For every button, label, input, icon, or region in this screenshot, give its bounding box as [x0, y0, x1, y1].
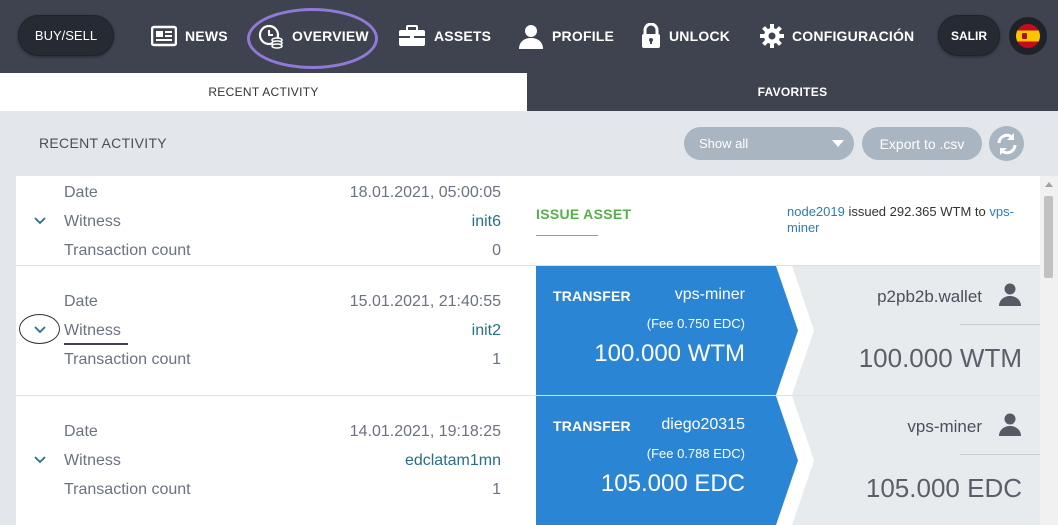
nav-configuracion[interactable]: CONFIGURACIÓN: [760, 20, 914, 52]
nav-overview[interactable]: OVERVIEW: [258, 20, 369, 52]
nav-assets-label: ASSETS: [434, 28, 492, 44]
receiver-card: vps-miner 105.000 EDC: [792, 396, 1040, 525]
received-amount: 100.000 WTM: [858, 343, 1022, 373]
date-label: Date: [64, 184, 98, 201]
nav-profile-label: PROFILE: [552, 28, 615, 44]
buy-sell-button[interactable]: BUY/SELL: [18, 15, 114, 56]
clock-coins-icon: [258, 24, 283, 49]
refresh-button[interactable]: [989, 126, 1024, 161]
transaction-count-value: 1: [492, 351, 501, 368]
operation-type: TRANSFER: [553, 288, 631, 304]
transfer-card: TRANSFER vps-miner (Fee 0.750 EDC) 100.0…: [536, 266, 798, 395]
page-title: RECENT ACTIVITY: [39, 135, 167, 151]
witness-value[interactable]: edclatam1mn: [405, 452, 501, 470]
gear-icon: [760, 24, 784, 48]
transaction-count-value: 1: [492, 481, 501, 498]
activity-row-transfer: Date 15.01.2021, 21:40:55 Witness init2 …: [16, 266, 1040, 395]
lock-icon: [642, 23, 660, 48]
nav-overview-label: OVERVIEW: [292, 28, 369, 44]
nav-unlock[interactable]: UNLOCK: [641, 20, 730, 52]
chevron-down-icon[interactable]: [33, 214, 47, 228]
scroll-up-arrow-icon[interactable]: [1045, 182, 1053, 187]
receiver-account[interactable]: vps-miner: [907, 417, 982, 437]
transaction-count-value: 0: [492, 242, 501, 259]
date-value: 14.01.2021, 19:18:25: [349, 423, 501, 440]
witness-label: Witness: [64, 322, 121, 339]
language-button[interactable]: [1009, 17, 1047, 55]
fee-text: (Fee 0.750 EDC): [646, 316, 745, 331]
nav-assets[interactable]: ASSETS: [398, 20, 491, 52]
filter-select[interactable]: Show all: [684, 127, 854, 160]
divider: [960, 324, 1040, 325]
activity-row-issue: Date 18.01.2021, 05:00:05 Witness init6 …: [16, 176, 1040, 265]
user-icon: [519, 25, 543, 49]
briefcase-icon: [399, 25, 425, 46]
date-value: 15.01.2021, 21:40:55: [349, 293, 501, 310]
user-icon: [999, 413, 1021, 436]
top-nav: BUY/SELL NEWS OVERVIEW ASSETS PROFILE UN…: [0, 0, 1058, 73]
spain-flag-icon: [1016, 24, 1040, 48]
receiver-card: p2pb2b.wallet 100.000 WTM: [792, 266, 1040, 395]
operation-description: node2019 issued 292.365 WTM to vps-miner: [787, 204, 1043, 236]
transaction-count-label: Transaction count: [64, 351, 191, 368]
main-content: RECENT ACTIVITY Show all Export to .csv …: [0, 111, 1058, 525]
operation-type: TRANSFER: [553, 418, 631, 434]
refresh-icon: [997, 132, 1016, 155]
chevron-down-icon[interactable]: [33, 453, 47, 467]
tab-recent-activity[interactable]: RECENT ACTIVITY: [0, 73, 527, 111]
witness-label: Witness: [64, 213, 121, 230]
nav-news-label: NEWS: [185, 28, 228, 44]
transfer-amount: 105.000 EDC: [600, 470, 745, 497]
transfer-card: TRANSFER diego20315 (Fee 0.788 EDC) 105.…: [536, 396, 798, 525]
divider: [536, 235, 598, 236]
left-gutter: [0, 111, 16, 525]
nav-unlock-label: UNLOCK: [669, 28, 731, 44]
nav-profile[interactable]: PROFILE: [518, 20, 614, 52]
export-csv-button[interactable]: Export to .csv: [862, 127, 982, 160]
vertical-scrollbar[interactable]: [1040, 176, 1058, 525]
tab-bar: RECENT ACTIVITY FAVORITES: [0, 73, 1058, 111]
witness-underline: [64, 343, 128, 345]
date-label: Date: [64, 423, 98, 440]
receiver-account[interactable]: p2pb2b.wallet: [877, 287, 982, 307]
witness-value[interactable]: init2: [472, 322, 501, 340]
exit-button[interactable]: SALIR: [938, 15, 1000, 56]
date-value: 18.01.2021, 05:00:05: [349, 184, 501, 201]
tab-favorites[interactable]: FAVORITES: [527, 73, 1058, 111]
chevron-down-icon[interactable]: [33, 323, 47, 337]
user-icon: [999, 283, 1021, 306]
caret-down-icon: [832, 140, 844, 147]
nav-configuracion-label: CONFIGURACIÓN: [792, 28, 915, 44]
activity-row-transfer: Date 14.01.2021, 19:18:25 Witness edclat…: [16, 396, 1040, 525]
date-label: Date: [64, 293, 98, 310]
transfer-amount: 100.000 WTM: [594, 340, 745, 367]
scrollbar-thumb[interactable]: [1044, 196, 1053, 278]
nav-news[interactable]: NEWS: [151, 20, 228, 52]
sender-account[interactable]: diego20315: [661, 416, 745, 434]
filter-select-value: Show all: [699, 136, 749, 151]
activity-toolbar: RECENT ACTIVITY Show all Export to .csv: [16, 111, 1058, 176]
witness-value[interactable]: init6: [472, 213, 501, 231]
fee-text: (Fee 0.788 EDC): [646, 446, 745, 461]
transaction-count-label: Transaction count: [64, 242, 191, 259]
newspaper-icon: [151, 25, 177, 47]
account-link[interactable]: node2019: [787, 204, 845, 219]
received-amount: 105.000 EDC: [865, 473, 1022, 503]
operation-type: ISSUE ASSET: [536, 206, 632, 222]
transaction-count-label: Transaction count: [64, 481, 191, 498]
witness-label: Witness: [64, 452, 121, 469]
sender-account[interactable]: vps-miner: [675, 286, 745, 304]
description-text: issued 292.365 WTM to: [844, 204, 990, 219]
divider: [960, 454, 1040, 455]
